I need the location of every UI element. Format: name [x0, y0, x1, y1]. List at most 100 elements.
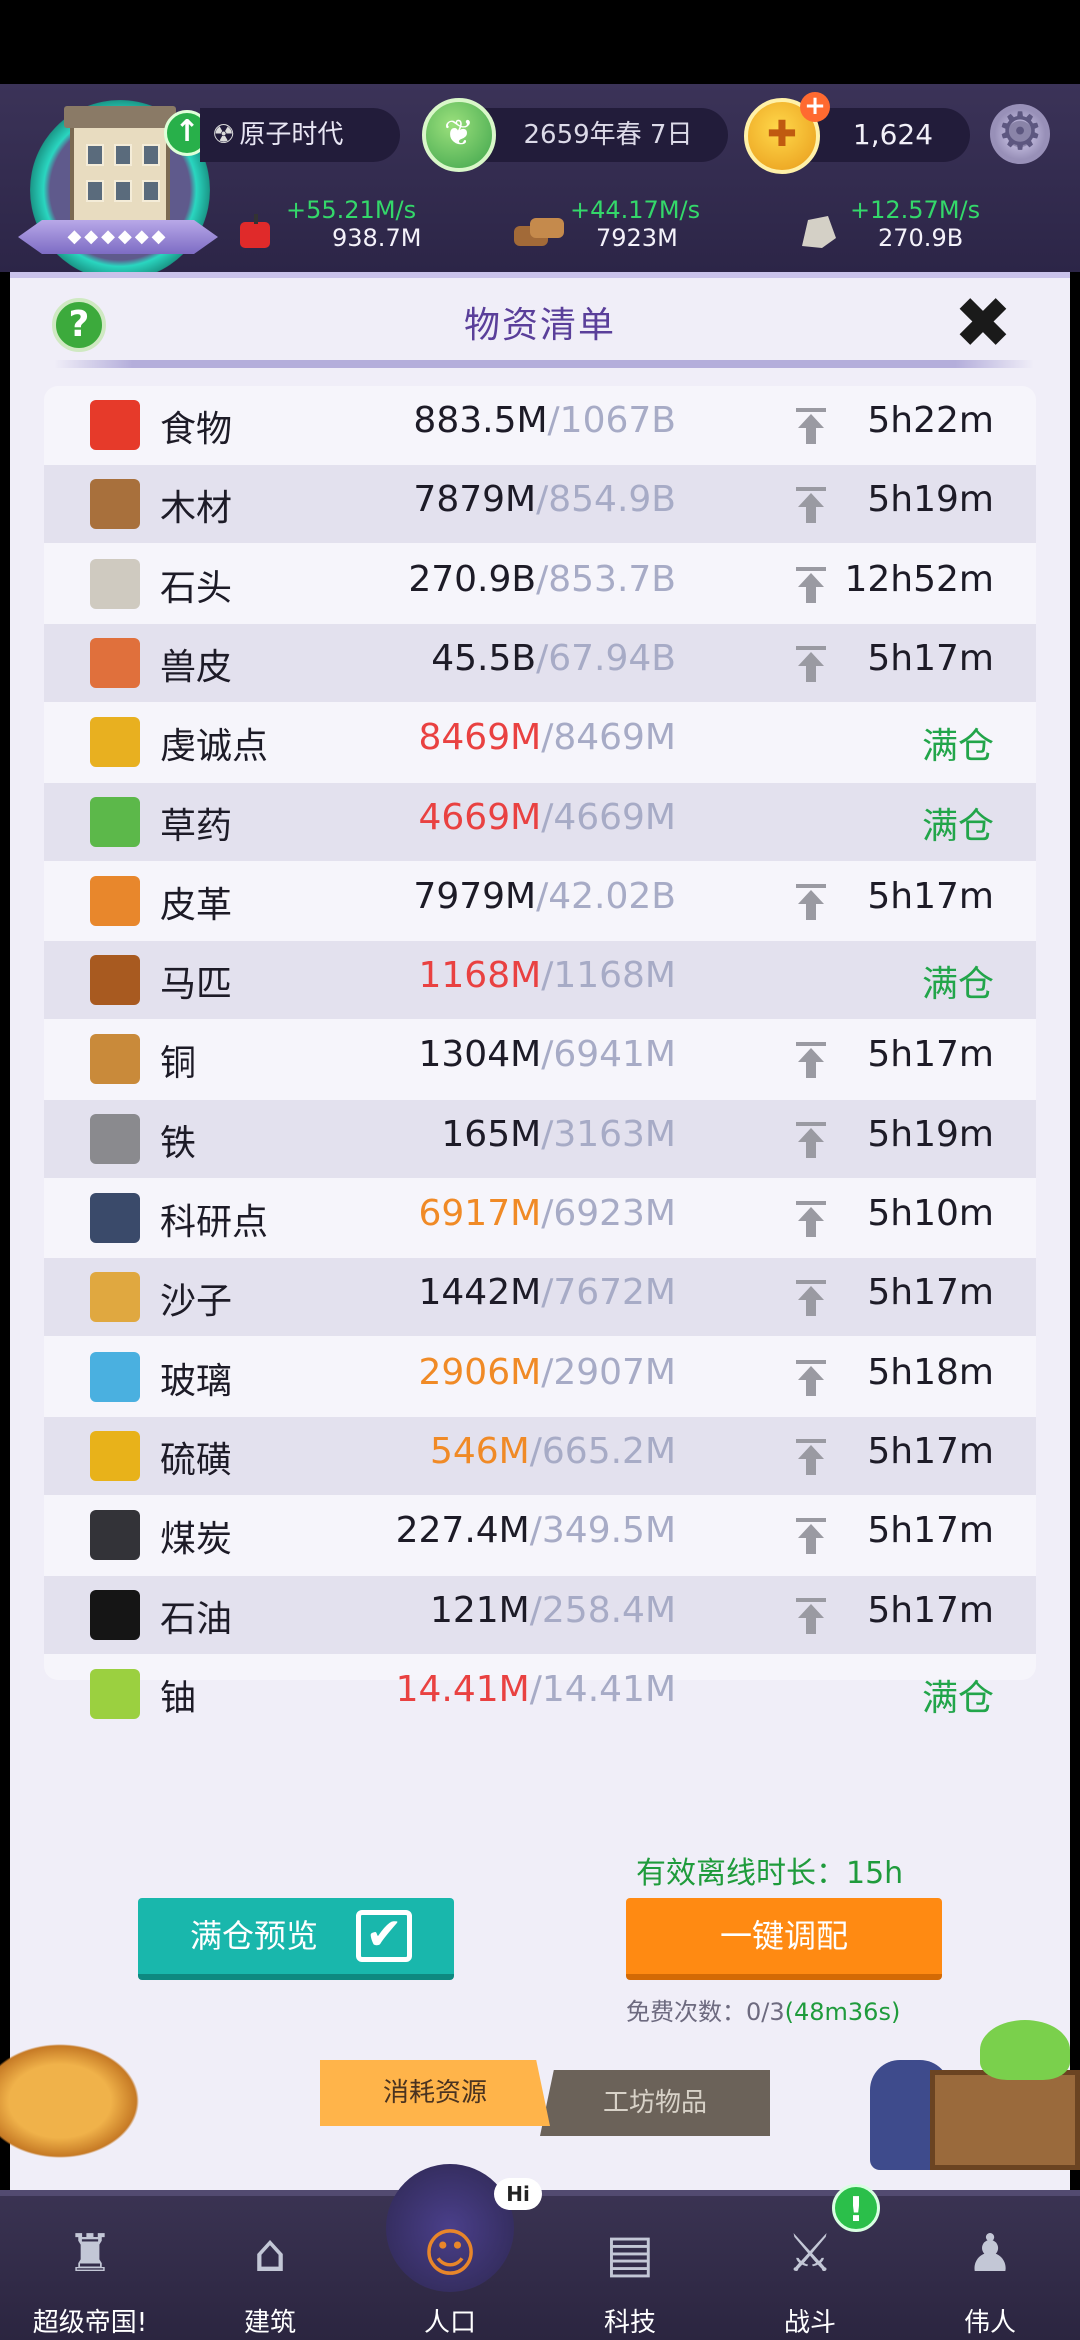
- resource-amount: 2906M/2907M: [276, 1352, 677, 1393]
- resource-capacity: /14.41M: [529, 1668, 676, 1710]
- copper-icon: [90, 1034, 140, 1085]
- tab-workshop-items[interactable]: 工坊物品: [540, 2070, 770, 2136]
- resource-capacity: /853.7B: [536, 558, 676, 600]
- sack-decoration-icon: [0, 2036, 150, 2166]
- resource-current: 1304M: [418, 1034, 542, 1076]
- sand-icon: [90, 1272, 140, 1323]
- alert-badge-icon: !: [832, 2184, 880, 2232]
- resource-row[interactable]: 石头 270.9B/853.7B 12h52m: [44, 545, 1036, 623]
- checkbox-icon[interactable]: ✔: [356, 1910, 412, 1962]
- treasure-decoration-icon: [870, 2020, 1080, 2170]
- resource-row[interactable]: 铜 1304M/6941M 5h17m: [44, 1020, 1036, 1098]
- resource-current: 6917M: [418, 1193, 542, 1234]
- resource-row[interactable]: 木材 7879M/854.9B 5h19m: [44, 465, 1036, 544]
- resource-table: 食物 883.5M/1067B 5h22m 木材 7879M/854.9B 5h19m 石头…: [44, 386, 1036, 1719]
- nav-item-castle[interactable]: ♜ 超级帝国!: [0, 2196, 180, 2340]
- person-icon: ☺: [422, 2224, 478, 2284]
- resource-capacity: /258.4M: [529, 1589, 676, 1631]
- resource-row[interactable]: 科研点 6917M/6923M 5h10m: [44, 1179, 1036, 1257]
- resource-amount: 14.41M/14.41M: [276, 1669, 676, 1710]
- offline-duration: 有效离线时长：15h: [636, 1856, 904, 1891]
- resource-row[interactable]: 石油 121M/258.4M 5h17m: [44, 1575, 1036, 1654]
- free-count-label: 免费次数：0/3: [626, 1998, 785, 2026]
- nav-label: 人口: [423, 2308, 476, 2338]
- resource-row[interactable]: 铀 14.41M/14.41M 满仓: [44, 1655, 1036, 1733]
- food-amount: 938.7M: [332, 224, 422, 252]
- nav-item-house[interactable]: ⌂ 建筑: [180, 2196, 360, 2340]
- resource-amount: 270.9B/853.7B: [276, 559, 676, 600]
- resource-row[interactable]: 草药 4669M/4669M 满仓: [44, 782, 1036, 861]
- resource-name: 虔诚点: [160, 726, 269, 768]
- resource-row[interactable]: 食物 883.5M/1067B 5h22m: [44, 386, 1036, 464]
- nav-label: 建筑: [243, 2308, 296, 2338]
- resource-name: 煤炭: [160, 1519, 233, 1561]
- storage-full-label: 满仓: [921, 1677, 994, 1719]
- full-storage-preview-button[interactable]: 满仓预览 ✔: [138, 1898, 454, 1980]
- apple-icon: [90, 400, 140, 450]
- ankh-icon: [90, 717, 140, 768]
- resource-name: 玻璃: [160, 1360, 233, 1402]
- coal-icon: [90, 1510, 140, 1561]
- resource-name: 皮革: [160, 884, 233, 926]
- nav-item-book[interactable]: ▤ 科技: [540, 2196, 720, 2340]
- resource-capacity: /1168M: [541, 955, 676, 997]
- resource-capacity: /3163M: [541, 1113, 676, 1155]
- resource-row[interactable]: 沙子 1442M/7672M 5h17m: [44, 1258, 1036, 1337]
- one-click-allocate-button[interactable]: 一键调配: [626, 1898, 942, 1980]
- resource-row[interactable]: 煤炭 227.4M/349.5M 5h17m: [44, 1496, 1036, 1574]
- resource-name: 兽皮: [160, 646, 233, 688]
- resource-row[interactable]: 玻璃 2906M/2907M 5h18m: [44, 1338, 1036, 1416]
- resource-amount: 45.5B/67.94B: [276, 638, 676, 679]
- resource-row[interactable]: 硫磺 546M/665.2M 5h17m: [44, 1416, 1036, 1495]
- nav-item-bust[interactable]: ♟ 伟人: [900, 2196, 1080, 2340]
- resource-capacity: /1067B: [547, 400, 676, 441]
- horse-icon: [90, 955, 140, 1006]
- resource-current: 165M: [441, 1113, 542, 1155]
- glass-icon: [90, 1351, 140, 1402]
- resource-current: 1442M: [418, 1272, 542, 1314]
- bust-icon: ♟: [966, 2224, 1014, 2284]
- resource-row[interactable]: 马匹 1168M/1168M 满仓: [44, 941, 1036, 1020]
- resource-row[interactable]: 铁 165M/3163M 5h19m: [44, 1099, 1036, 1178]
- resource-current: 7979M: [413, 875, 537, 917]
- header-resource-food: +55.21M/s 938.7M: [236, 196, 456, 260]
- nav-label: 科技: [603, 2308, 656, 2338]
- resource-name: 硫磺: [160, 1439, 233, 1481]
- resource-row[interactable]: 兽皮 45.5B/67.94B 5h17m: [44, 623, 1036, 702]
- herb-icon: [90, 796, 140, 847]
- resource-row[interactable]: 虔诚点 8469M/8469M 满仓: [44, 703, 1036, 781]
- resource-current: 227.4M: [395, 1510, 530, 1552]
- resource-name: 草药: [160, 805, 233, 847]
- resource-capacity: /4669M: [541, 796, 676, 838]
- add-gold-button[interactable]: +: [800, 92, 830, 122]
- resource-current: 270.9B: [408, 558, 537, 600]
- resource-capacity: /6923M: [541, 1193, 676, 1234]
- resource-amount: 6917M/6923M: [276, 1193, 677, 1234]
- nav-item-person[interactable]: ☺ 人口: [360, 2196, 540, 2340]
- resource-name: 食物: [160, 409, 233, 450]
- resource-row[interactable]: 皮革 7979M/42.02B 5h17m: [44, 862, 1036, 940]
- swords-icon: ⚔: [786, 2224, 834, 2284]
- settings-gear-icon[interactable]: ⚙: [990, 104, 1050, 164]
- apple-icon: [240, 214, 270, 248]
- resource-current: 14.41M: [395, 1668, 530, 1710]
- era-label[interactable]: ☢ 原子时代: [200, 108, 400, 162]
- panel-title: 物资清单: [463, 305, 616, 346]
- close-icon[interactable]: ✖: [948, 288, 1018, 358]
- resource-amount: 121M/258.4M: [276, 1590, 676, 1631]
- sulfur-icon: [90, 1430, 140, 1481]
- era-text: 原子时代: [239, 120, 344, 150]
- fill-time: 5h17m: [867, 1430, 994, 1472]
- resource-current: 7879M: [413, 479, 537, 521]
- resource-current: 45.5B: [431, 637, 537, 679]
- resource-amount: 227.4M/349.5M: [276, 1510, 676, 1551]
- header-resource-stone: +12.57M/s 270.9B: [798, 196, 1018, 260]
- resource-amount: 1442M/7672M: [276, 1272, 677, 1314]
- stone-icon: [802, 216, 836, 248]
- resource-capacity: /6941M: [541, 1034, 676, 1076]
- fill-time: 5h17m: [867, 1589, 994, 1631]
- nav-label: 伟人: [963, 2308, 1016, 2338]
- tab-consume-resources[interactable]: 消耗资源: [320, 2060, 550, 2126]
- resource-name: 马匹: [160, 964, 233, 1006]
- book-icon: ▤: [605, 2224, 655, 2284]
